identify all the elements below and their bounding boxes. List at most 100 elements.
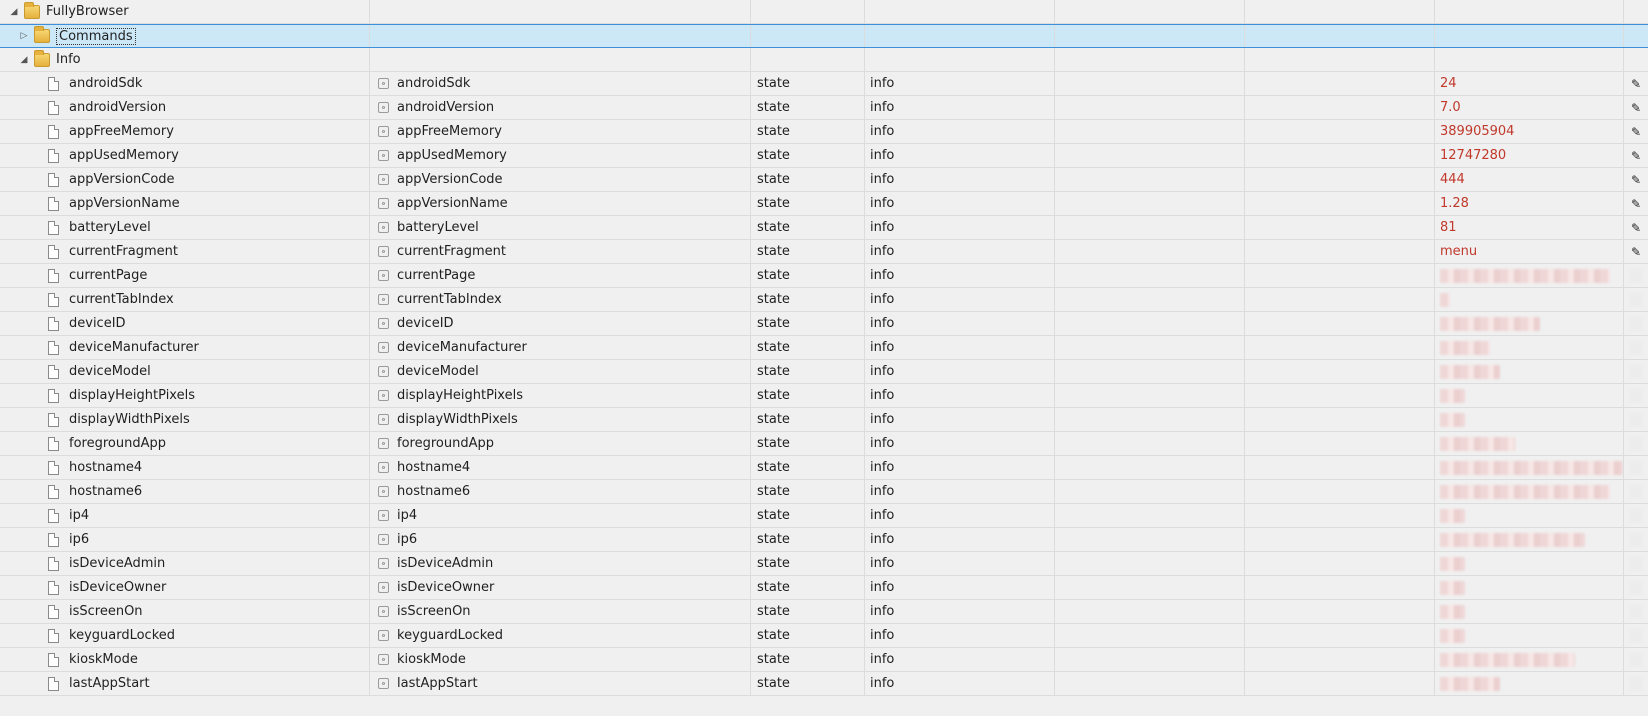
state-row[interactable]: hostname4 hostname4 state info [0, 456, 1648, 480]
collapse-icon[interactable]: ◢ [8, 7, 20, 17]
value-cell[interactable] [1435, 552, 1624, 575]
state-icon [378, 78, 389, 89]
value-cell[interactable] [1435, 528, 1624, 551]
state-row[interactable]: appFreeMemory appFreeMemory state info 3… [0, 120, 1648, 144]
value-cell[interactable]: 1.28 [1435, 192, 1624, 215]
value-cell[interactable] [1435, 432, 1624, 455]
state-row[interactable]: currentTabIndex currentTabIndex state in… [0, 288, 1648, 312]
pencil-icon[interactable] [1629, 412, 1643, 427]
pencil-icon[interactable] [1629, 628, 1643, 643]
state-type: state [757, 76, 790, 91]
role-cell: info [865, 72, 1055, 95]
pencil-icon[interactable]: ✎ [1631, 77, 1641, 91]
value-cell[interactable]: menu [1435, 240, 1624, 263]
state-row[interactable]: deviceID deviceID state info [0, 312, 1648, 336]
state-row[interactable]: androidSdk androidSdk state info 24 ✎ [0, 72, 1648, 96]
state-row[interactable]: isScreenOn isScreenOn state info [0, 600, 1648, 624]
state-row[interactable]: isDeviceOwner isDeviceOwner state info [0, 576, 1648, 600]
pencil-icon[interactable] [1629, 316, 1643, 331]
state-row[interactable]: appUsedMemory appUsedMemory state info 1… [0, 144, 1648, 168]
pencil-icon[interactable] [1629, 436, 1643, 451]
state-row[interactable]: keyguardLocked keyguardLocked state info [0, 624, 1648, 648]
state-type: state [757, 316, 790, 331]
pencil-icon[interactable] [1629, 484, 1643, 499]
pencil-icon[interactable] [1629, 364, 1643, 379]
value-cell[interactable] [1435, 360, 1624, 383]
state-row[interactable]: hostname6 hostname6 state info [0, 480, 1648, 504]
pencil-icon[interactable] [1629, 268, 1643, 283]
file-icon [48, 460, 59, 475]
name-cell: lastAppStart [0, 672, 370, 695]
expand-icon[interactable]: ▷ [18, 31, 30, 41]
state-row[interactable]: batteryLevel batteryLevel state info 81 … [0, 216, 1648, 240]
pencil-icon[interactable] [1629, 340, 1643, 355]
collapse-icon[interactable]: ◢ [18, 55, 30, 65]
name-cell: ▷ Commands [0, 25, 370, 47]
state-row[interactable]: lastAppStart lastAppStart state info [0, 672, 1648, 696]
state-row[interactable]: androidVersion androidVersion state info… [0, 96, 1648, 120]
pencil-icon[interactable] [1629, 604, 1643, 619]
pencil-icon[interactable] [1629, 580, 1643, 595]
value-cell[interactable]: 389905904 [1435, 120, 1624, 143]
state-row[interactable]: ip6 ip6 state info [0, 528, 1648, 552]
value-cell[interactable] [1435, 480, 1624, 503]
value-cell[interactable] [1435, 312, 1624, 335]
pencil-icon[interactable]: ✎ [1631, 173, 1641, 187]
pencil-icon[interactable] [1629, 388, 1643, 403]
role-cell: info [865, 192, 1055, 215]
action-cell [1624, 360, 1648, 383]
value-cell[interactable]: 7.0 [1435, 96, 1624, 119]
pencil-icon[interactable] [1629, 508, 1643, 523]
state-type: state [757, 196, 790, 211]
state-row[interactable]: displayHeightPixels displayHeightPixels … [0, 384, 1648, 408]
state-role: info [870, 292, 895, 307]
function-cell [1245, 576, 1435, 599]
state-row[interactable]: deviceManufacturer deviceManufacturer st… [0, 336, 1648, 360]
value-cell[interactable] [1435, 408, 1624, 431]
value-cell[interactable] [1435, 504, 1624, 527]
pencil-icon[interactable]: ✎ [1631, 101, 1641, 115]
value-cell[interactable] [1435, 672, 1624, 695]
value-cell[interactable] [1435, 288, 1624, 311]
pencil-icon[interactable] [1629, 652, 1643, 667]
tree-row-info[interactable]: ◢ Info [0, 48, 1648, 72]
value-cell[interactable] [1435, 576, 1624, 599]
pencil-icon[interactable] [1629, 676, 1643, 691]
pencil-icon[interactable]: ✎ [1631, 125, 1641, 139]
pencil-icon[interactable] [1629, 532, 1643, 547]
state-row[interactable]: currentPage currentPage state info [0, 264, 1648, 288]
pencil-icon[interactable] [1629, 556, 1643, 571]
pencil-icon[interactable]: ✎ [1631, 197, 1641, 211]
state-row[interactable]: isDeviceAdmin isDeviceAdmin state info [0, 552, 1648, 576]
tree-row-commands[interactable]: ▷ Commands [0, 24, 1648, 48]
value-cell[interactable] [1435, 648, 1624, 671]
function-cell [1245, 288, 1435, 311]
state-row[interactable]: deviceModel deviceModel state info [0, 360, 1648, 384]
value-cell[interactable] [1435, 456, 1624, 479]
tree-row-root[interactable]: ◢ FullyBrowser [0, 0, 1648, 24]
value-cell[interactable]: 24 [1435, 72, 1624, 95]
state-row[interactable]: appVersionCode appVersionCode state info… [0, 168, 1648, 192]
state-row[interactable]: kioskMode kioskMode state info [0, 648, 1648, 672]
value-cell[interactable] [1435, 624, 1624, 647]
value-cell[interactable]: 81 [1435, 216, 1624, 239]
value-cell[interactable] [1435, 384, 1624, 407]
pencil-icon[interactable] [1629, 460, 1643, 475]
state-row[interactable]: currentFragment currentFragment state in… [0, 240, 1648, 264]
value-cell[interactable]: 444 [1435, 168, 1624, 191]
pencil-icon[interactable]: ✎ [1631, 245, 1641, 259]
pencil-icon[interactable]: ✎ [1631, 149, 1641, 163]
room-cell [1055, 552, 1245, 575]
pencil-icon[interactable] [1629, 292, 1643, 307]
state-type: state [757, 652, 790, 667]
state-row[interactable]: foregroundApp foregroundApp state info [0, 432, 1648, 456]
value-cell[interactable] [1435, 600, 1624, 623]
action-cell [1624, 600, 1648, 623]
value-cell[interactable] [1435, 264, 1624, 287]
value-cell[interactable] [1435, 336, 1624, 359]
value-cell[interactable]: 12747280 [1435, 144, 1624, 167]
state-row[interactable]: ip4 ip4 state info [0, 504, 1648, 528]
state-row[interactable]: appVersionName appVersionName state info… [0, 192, 1648, 216]
pencil-icon[interactable]: ✎ [1631, 221, 1641, 235]
state-row[interactable]: displayWidthPixels displayWidthPixels st… [0, 408, 1648, 432]
